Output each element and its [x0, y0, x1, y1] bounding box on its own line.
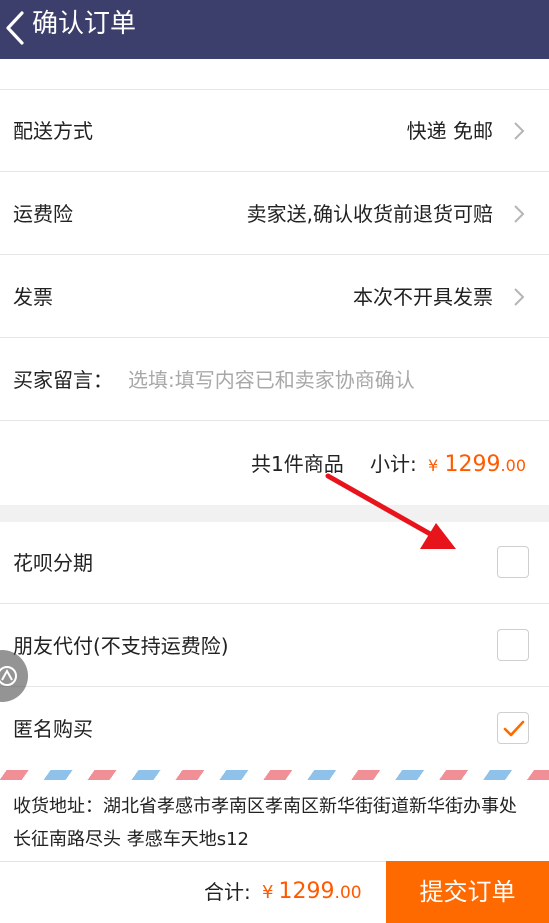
top-row: [0, 59, 549, 90]
submit-order-button[interactable]: 提交订单: [386, 861, 549, 923]
huabei-installment-row[interactable]: 花呗分期: [0, 522, 549, 604]
huabei-installment-label: 花呗分期: [13, 551, 93, 575]
chevron-right-icon: [514, 122, 525, 140]
assistive-touch-icon: [0, 666, 17, 686]
buyer-message-label: 买家留言：: [13, 368, 113, 392]
item-count: 共1件商品: [251, 452, 344, 476]
chevron-right-icon: [514, 205, 525, 223]
total-label: 合计:: [204, 880, 251, 904]
section-divider: [0, 505, 549, 522]
total-amount: 1299: [278, 879, 335, 904]
friend-pay-label: 朋友代付(不支持运费险): [13, 634, 229, 658]
friend-pay-checkbox[interactable]: [497, 629, 529, 661]
currency-symbol: ¥: [262, 882, 274, 903]
huabei-installment-checkbox[interactable]: [497, 546, 529, 578]
buyer-message-row[interactable]: 买家留言： 选填:填写内容已和卖家协商确认: [0, 339, 549, 421]
app-header: 确认订单: [0, 0, 549, 59]
anonymous-purchase-checkbox[interactable]: [497, 712, 529, 744]
delivery-method-value: 快递 免邮: [406, 119, 493, 143]
shipping-insurance-label: 运费险: [13, 202, 73, 226]
checkout-footer: 合计: ¥ 1299.00 提交订单: [0, 861, 549, 923]
invoice-label: 发票: [13, 285, 53, 309]
subtotal-decimal: .00: [500, 456, 526, 475]
delivery-method-row[interactable]: 配送方式 快递 免邮: [0, 90, 549, 172]
invoice-value: 本次不开具发票: [353, 285, 493, 309]
page-title: 确认订单: [32, 9, 137, 39]
shipping-insurance-value: 卖家送,确认收货前退货可赔: [246, 202, 493, 226]
subtotal-label: 小计:: [370, 452, 417, 476]
subtotal-price: ¥ 1299.00: [428, 423, 526, 507]
buyer-message-input[interactable]: 选填:填写内容已和卖家协商确认: [128, 339, 415, 421]
total-price: ¥ 1299.00: [262, 862, 362, 923]
checkmark-icon: [503, 720, 525, 737]
subtotal-row: 共1件商品 小计: ¥ 1299.00: [0, 423, 549, 505]
subtotal-amount: 1299: [444, 452, 501, 477]
address-border-stripe: [0, 770, 549, 780]
shipping-address[interactable]: 收货地址：湖北省孝感市孝南区孝南区新华街街道新华街办事处长征南路尽头 孝感车天地…: [13, 790, 533, 856]
currency-symbol: ¥: [428, 456, 439, 475]
invoice-row[interactable]: 发票 本次不开具发票: [0, 256, 549, 338]
friend-pay-row[interactable]: 朋友代付(不支持运费险): [0, 605, 549, 687]
chevron-right-icon: [514, 288, 525, 306]
chevron-left-icon[interactable]: [2, 10, 28, 46]
anonymous-purchase-label: 匿名购买: [13, 717, 93, 741]
delivery-method-label: 配送方式: [13, 119, 93, 143]
shipping-insurance-row[interactable]: 运费险 卖家送,确认收货前退货可赔: [0, 173, 549, 255]
total-decimal: .00: [334, 883, 362, 903]
anonymous-purchase-row[interactable]: 匿名购买: [0, 688, 549, 770]
